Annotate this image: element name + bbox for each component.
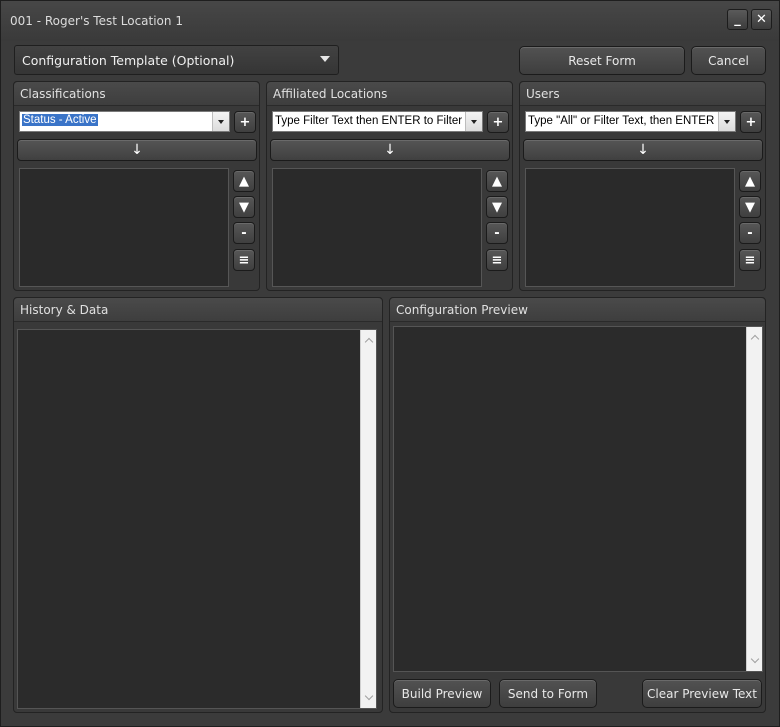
users-combo[interactable]: Type "All" or Filter Text, then ENTER xyxy=(525,111,736,132)
add-user-button[interactable]: + xyxy=(740,111,762,133)
send-to-form-button[interactable]: Send to Form xyxy=(499,679,597,708)
classifications-list[interactable] xyxy=(19,168,229,287)
users-panel: Users Type "All" or Filter Text, then EN… xyxy=(519,81,766,291)
add-to-list-button[interactable]: ↓ xyxy=(523,139,763,161)
classifications-header: Classifications xyxy=(14,82,259,106)
scroll-up-icon[interactable] xyxy=(364,337,374,347)
chevron-down-icon[interactable] xyxy=(465,112,482,131)
move-down-button[interactable]: ▼ xyxy=(486,196,508,218)
chevron-down-icon[interactable] xyxy=(718,112,735,131)
plus-icon: + xyxy=(239,114,251,130)
affiliated-combo[interactable]: Type Filter Text then ENTER to Filter xyxy=(272,111,483,132)
users-combo-value: Type "All" or Filter Text, then ENTER xyxy=(528,115,715,127)
affiliated-header: Affiliated Locations xyxy=(267,82,512,106)
scroll-down-icon[interactable] xyxy=(750,654,760,664)
arrow-down-icon: ↓ xyxy=(131,142,143,158)
configuration-template-label: Configuration Template (Optional) xyxy=(22,53,235,68)
build-preview-button[interactable]: Build Preview xyxy=(393,679,491,708)
users-list[interactable] xyxy=(525,168,735,287)
add-classification-button[interactable]: + xyxy=(234,111,256,133)
affiliated-locations-panel: Affiliated Locations Type Filter Text th… xyxy=(266,81,513,291)
preview-header: Configuration Preview xyxy=(390,298,765,322)
move-up-button[interactable]: ▲ xyxy=(739,170,761,192)
list-icon: ≡ xyxy=(744,252,756,268)
history-data-panel: History & Data xyxy=(13,297,383,713)
list-icon: ≡ xyxy=(491,252,503,268)
users-header: Users xyxy=(520,82,765,106)
preview-scrollbar[interactable] xyxy=(746,327,762,671)
arrow-down-icon: ↓ xyxy=(637,142,649,158)
minimize-button[interactable]: _ xyxy=(727,9,748,30)
move-down-button[interactable]: ▼ xyxy=(739,196,761,218)
history-textarea[interactable] xyxy=(17,329,377,709)
chevron-down-icon[interactable] xyxy=(212,112,229,131)
scroll-down-icon[interactable] xyxy=(364,691,374,701)
history-header: History & Data xyxy=(14,298,382,322)
classifications-combo[interactable]: Status - Active xyxy=(19,111,230,132)
classifications-combo-value: Status - Active xyxy=(22,114,98,126)
configuration-preview-panel: Configuration Preview Build Preview Send… xyxy=(389,297,766,713)
cancel-button[interactable]: Cancel xyxy=(691,46,766,75)
triangle-down-icon: ▼ xyxy=(745,199,755,215)
add-to-list-button[interactable]: ↓ xyxy=(17,139,257,161)
classifications-panel: Classifications Status - Active + ↓ ▲ ▼ … xyxy=(13,81,260,291)
plus-icon: + xyxy=(492,114,504,130)
list-icon: ≡ xyxy=(238,252,250,268)
remove-button[interactable]: - xyxy=(486,222,508,244)
users-title: Users xyxy=(526,87,560,101)
close-button[interactable]: ✕ xyxy=(751,9,772,30)
triangle-down-icon: ▼ xyxy=(492,199,502,215)
history-scrollbar[interactable] xyxy=(360,330,376,708)
clear-preview-text-button[interactable]: Clear Preview Text xyxy=(642,679,762,708)
preview-title: Configuration Preview xyxy=(396,303,528,317)
remove-button[interactable]: - xyxy=(739,222,761,244)
scroll-up-icon[interactable] xyxy=(750,334,760,344)
classifications-title: Classifications xyxy=(20,87,106,101)
triangle-up-icon: ▲ xyxy=(492,173,502,189)
triangle-down-icon: ▼ xyxy=(239,199,249,215)
minimize-icon: _ xyxy=(734,12,741,27)
dialog-window: 001 - Roger's Test Location 1 _ ✕ Config… xyxy=(0,0,780,727)
affiliated-combo-value: Type Filter Text then ENTER to Filter xyxy=(275,115,462,127)
triangle-up-icon: ▲ xyxy=(239,173,249,189)
window-title: 001 - Roger's Test Location 1 xyxy=(10,14,183,28)
move-down-button[interactable]: ▼ xyxy=(233,196,255,218)
minus-icon: - xyxy=(494,225,500,241)
triangle-up-icon: ▲ xyxy=(745,173,755,189)
arrow-down-icon: ↓ xyxy=(384,142,396,158)
add-to-list-button[interactable]: ↓ xyxy=(270,139,510,161)
affiliated-title: Affiliated Locations xyxy=(273,87,388,101)
list-button[interactable]: ≡ xyxy=(739,249,761,271)
minus-icon: - xyxy=(241,225,247,241)
list-button[interactable]: ≡ xyxy=(233,249,255,271)
preview-textarea[interactable] xyxy=(393,326,763,672)
list-button[interactable]: ≡ xyxy=(486,249,508,271)
minus-icon: - xyxy=(747,225,753,241)
plus-icon: + xyxy=(745,114,757,130)
configuration-template-select[interactable]: Configuration Template (Optional) xyxy=(14,45,339,75)
title-bar[interactable]: 001 - Roger's Test Location 1 _ ✕ xyxy=(1,1,779,41)
history-title: History & Data xyxy=(20,303,109,317)
move-up-button[interactable]: ▲ xyxy=(486,170,508,192)
affiliated-list[interactable] xyxy=(272,168,482,287)
add-affiliated-button[interactable]: + xyxy=(487,111,509,133)
chevron-down-icon xyxy=(320,56,330,62)
close-icon: ✕ xyxy=(756,12,767,27)
move-up-button[interactable]: ▲ xyxy=(233,170,255,192)
remove-button[interactable]: - xyxy=(233,222,255,244)
reset-form-button[interactable]: Reset Form xyxy=(519,46,685,75)
